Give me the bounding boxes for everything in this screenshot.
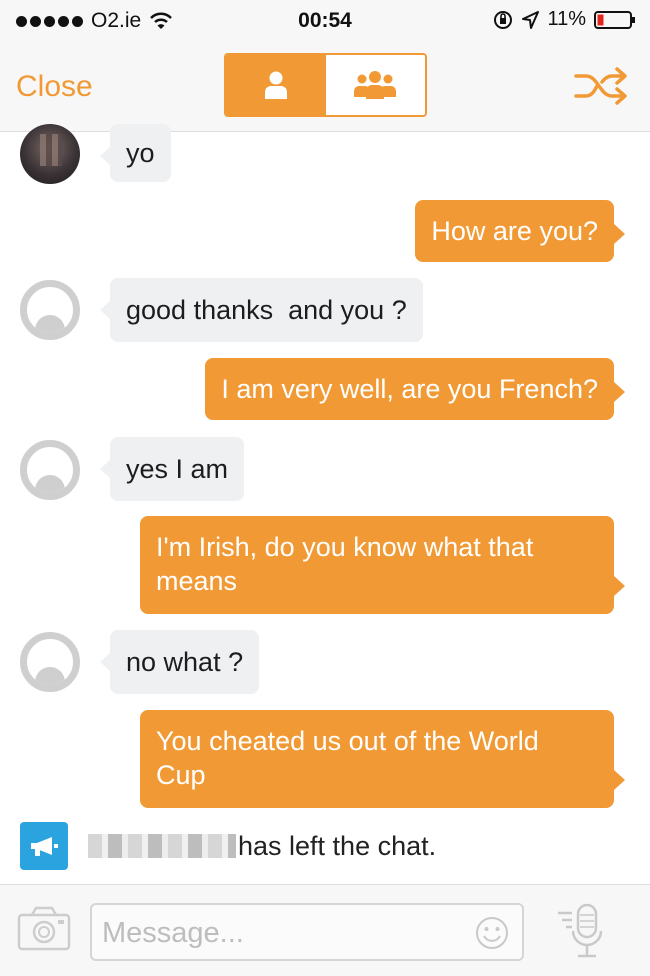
outgoing-message: You cheated us out of the World Cup bbox=[140, 710, 625, 808]
carrier-name: O2.ie bbox=[91, 9, 142, 32]
group-chat-tab[interactable] bbox=[325, 55, 425, 115]
avatar[interactable] bbox=[20, 124, 80, 184]
system-notice-text: has left the chat. bbox=[238, 830, 437, 861]
orientation-lock-icon bbox=[494, 10, 513, 29]
message-text: good thanks and you ? bbox=[126, 295, 407, 325]
group-icon bbox=[354, 71, 397, 99]
message-input-bar bbox=[0, 884, 650, 976]
single-chat-tab[interactable] bbox=[226, 55, 326, 115]
megaphone-icon bbox=[20, 822, 68, 870]
blurred-username bbox=[88, 834, 236, 858]
outgoing-message: I am very well, are you French? bbox=[205, 358, 625, 420]
message-text: no what ? bbox=[126, 647, 244, 677]
close-button[interactable]: Close bbox=[16, 70, 93, 104]
message-text: yes I am bbox=[126, 454, 229, 484]
message-text: How are you? bbox=[431, 216, 598, 246]
incoming-message: no what ? bbox=[99, 630, 260, 694]
message-text-line: I'm Irish, do you know what that bbox=[156, 532, 534, 562]
avatar[interactable] bbox=[20, 632, 80, 692]
voice-message-button[interactable] bbox=[554, 903, 612, 961]
message-text: I am very well, are you French? bbox=[221, 374, 598, 404]
camera-icon bbox=[17, 906, 71, 951]
outgoing-message: I'm Irish, do you know what that means bbox=[140, 516, 625, 614]
incoming-message: yo bbox=[100, 124, 171, 182]
wifi-icon bbox=[150, 12, 173, 29]
message-input[interactable] bbox=[102, 913, 462, 953]
battery-percentage: 11% bbox=[547, 8, 586, 30]
camera-button[interactable] bbox=[16, 905, 74, 953]
message-field bbox=[90, 903, 524, 961]
incoming-message: good thanks and you ? bbox=[100, 278, 423, 342]
smiley-icon bbox=[476, 917, 508, 949]
message-text: yo bbox=[126, 138, 155, 168]
battery-icon bbox=[594, 10, 635, 29]
status-right: 11% bbox=[493, 8, 636, 31]
status-bar: O2.ie 00:54 11% bbox=[0, 0, 650, 42]
incoming-message: yes I am bbox=[99, 437, 245, 501]
chat-mode-segmented-control bbox=[224, 53, 427, 117]
person-icon bbox=[264, 71, 287, 99]
microphone-icon bbox=[558, 903, 603, 958]
message-text-line: means bbox=[156, 566, 238, 596]
avatar[interactable] bbox=[20, 280, 80, 340]
emoji-button[interactable] bbox=[474, 915, 510, 951]
status-left: O2.ie bbox=[16, 9, 173, 33]
message-text-line: Cup bbox=[156, 760, 206, 790]
shuffle-icon bbox=[574, 67, 627, 105]
outgoing-message: How are you? bbox=[415, 200, 625, 262]
signal-strength-icon bbox=[16, 15, 83, 27]
shuffle-button[interactable] bbox=[572, 64, 630, 108]
system-notice: has left the chat. bbox=[20, 822, 436, 870]
avatar[interactable] bbox=[20, 440, 80, 500]
nav-bar: Close bbox=[0, 42, 650, 132]
location-arrow-icon bbox=[522, 10, 540, 29]
message-text-line: You cheated us out of the World bbox=[156, 726, 539, 756]
